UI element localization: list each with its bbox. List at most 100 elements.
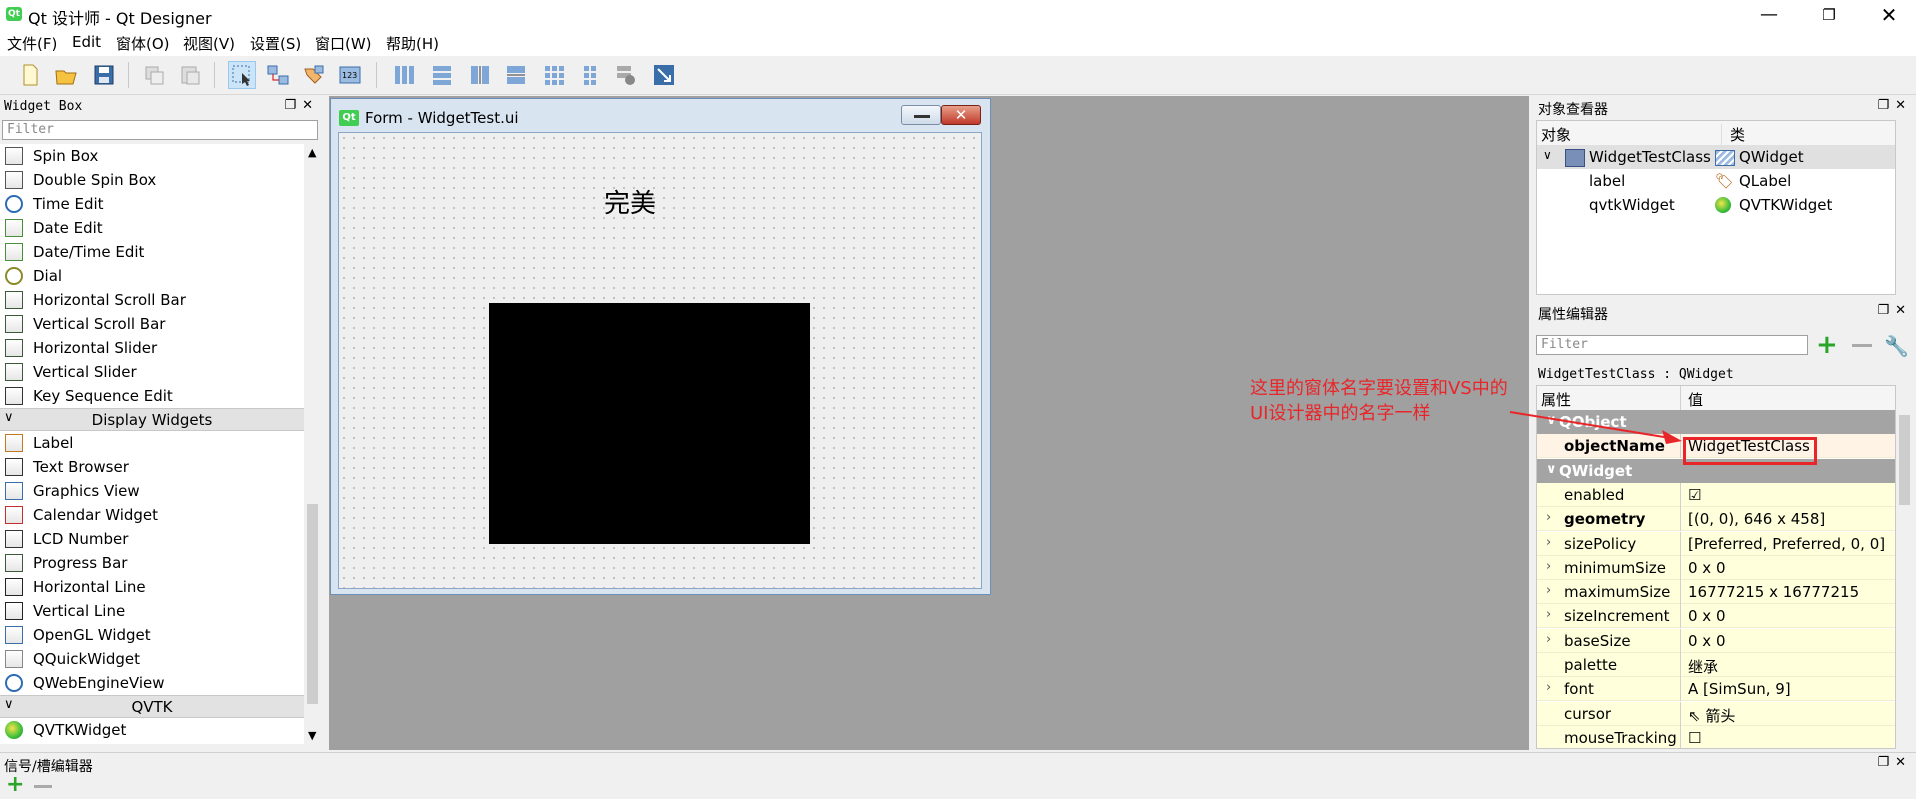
- widget-list-item[interactable]: Calendar Widget: [0, 503, 304, 527]
- tree-row[interactable]: ∨ WidgetTestClass QWidget: [1537, 145, 1895, 169]
- scrollbar-thumb[interactable]: [1899, 415, 1910, 505]
- widget-list-item[interactable]: Vertical Line: [0, 599, 304, 623]
- chevron-right-icon[interactable]: ›: [1546, 607, 1551, 622]
- widget-category-header[interactable]: ∨ Display Widgets: [0, 408, 304, 431]
- dock-float-close-icons[interactable]: ❐✕: [1877, 98, 1912, 113]
- widget-list-item[interactable]: Dial: [0, 264, 304, 288]
- layout-vertical-icon[interactable]: [428, 61, 456, 89]
- property-value[interactable]: 0 x 0: [1688, 632, 1726, 650]
- widget-list-item[interactable]: Vertical Slider: [0, 360, 304, 384]
- menu-view[interactable]: 视图(V): [183, 33, 235, 54]
- edit-signals-icon[interactable]: [264, 61, 292, 89]
- property-value[interactable]: 继承: [1688, 656, 1718, 677]
- property-value[interactable]: [(0, 0), 646 x 458]: [1688, 510, 1825, 528]
- remove-property-icon[interactable]: [1852, 344, 1872, 347]
- property-value[interactable]: A [SimSun, 9]: [1688, 680, 1791, 698]
- widget-list-item[interactable]: Horizontal Slider: [0, 336, 304, 360]
- widget-list-item[interactable]: Graphics View: [0, 479, 304, 503]
- form-close-icon[interactable]: ✕: [941, 105, 981, 125]
- menu-settings[interactable]: 设置(S): [250, 33, 301, 54]
- qvtk-widget[interactable]: [489, 303, 810, 544]
- property-row[interactable]: palette 继承: [1537, 653, 1895, 677]
- chevron-down-icon[interactable]: ∨: [1543, 148, 1552, 162]
- property-row[interactable]: cursor ⇖ 箭头: [1537, 701, 1895, 726]
- widget-box-filter[interactable]: Filter: [2, 120, 318, 140]
- widget-list-item[interactable]: QVTKWidget: [0, 718, 304, 742]
- dock-float-close-icons[interactable]: ❐✕: [284, 98, 319, 113]
- widget-list-item[interactable]: Time Edit: [0, 192, 304, 216]
- property-row[interactable]: › baseSize 0 x 0: [1537, 628, 1895, 653]
- dock-float-close-icons[interactable]: ❐✕: [1877, 755, 1912, 770]
- property-filter[interactable]: Filter: [1536, 335, 1808, 355]
- configure-icon[interactable]: 🔧: [1884, 334, 1909, 358]
- widget-list-item[interactable]: Vertical Scroll Bar: [0, 312, 304, 336]
- add-property-icon[interactable]: +: [1816, 332, 1838, 358]
- widget-list-item[interactable]: QWebEngineView: [0, 671, 304, 695]
- adjust-size-icon[interactable]: [650, 61, 678, 89]
- splitter-horizontal-icon[interactable]: [466, 61, 494, 89]
- property-row[interactable]: › minimumSize 0 x 0: [1537, 555, 1895, 580]
- splitter-vertical-icon[interactable]: [502, 61, 530, 89]
- chevron-right-icon[interactable]: ›: [1546, 632, 1551, 647]
- property-row[interactable]: › sizePolicy [Preferred, Preferred, 0, 0]: [1537, 531, 1895, 556]
- open-file-icon[interactable]: [52, 61, 80, 89]
- close-icon[interactable]: ✕: [1866, 0, 1912, 30]
- chevron-right-icon[interactable]: ›: [1546, 583, 1551, 598]
- save-icon[interactable]: [90, 61, 118, 89]
- form-minimize-icon[interactable]: [901, 105, 941, 125]
- edit-buddies-icon[interactable]: [300, 61, 328, 89]
- maximize-icon[interactable]: ❐: [1806, 0, 1852, 30]
- widget-list-item[interactable]: OpenGL Widget: [0, 623, 304, 647]
- minimize-icon[interactable]: —: [1746, 0, 1792, 30]
- widget-list-item[interactable]: Progress Bar: [0, 551, 304, 575]
- property-row[interactable]: enabled ☑: [1537, 482, 1895, 507]
- widget-list-item[interactable]: Horizontal Scroll Bar: [0, 288, 304, 312]
- menu-form[interactable]: 窗体(O): [116, 33, 170, 54]
- property-row[interactable]: › geometry [(0, 0), 646 x 458]: [1537, 507, 1895, 532]
- widget-box-scrollbar[interactable]: ▲ ▼: [304, 144, 321, 744]
- layout-form-icon[interactable]: [576, 61, 604, 89]
- widget-list-item[interactable]: Key Sequence Edit: [0, 384, 304, 408]
- break-layout-icon[interactable]: [612, 61, 640, 89]
- widget-list-item[interactable]: Label: [0, 431, 304, 455]
- property-row[interactable]: › maximumSize 16777215 x 16777215: [1537, 580, 1895, 605]
- new-file-icon[interactable]: [16, 61, 44, 89]
- copy-icon[interactable]: [140, 61, 168, 89]
- add-connection-icon[interactable]: +: [6, 774, 24, 796]
- layout-horizontal-icon[interactable]: [390, 61, 418, 89]
- chevron-down-icon[interactable]: ∨: [1546, 462, 1557, 477]
- paste-icon[interactable]: [176, 61, 204, 89]
- widget-list-item[interactable]: Date/Time Edit: [0, 240, 304, 264]
- property-value[interactable]: [Preferred, Preferred, 0, 0]: [1688, 535, 1885, 553]
- layout-grid-icon[interactable]: [540, 61, 568, 89]
- widget-list-item[interactable]: Spin Box: [0, 144, 304, 168]
- scroll-up-icon[interactable]: ▲: [308, 146, 316, 159]
- property-row[interactable]: › sizeIncrement 0 x 0: [1537, 604, 1895, 629]
- tree-row[interactable]: qvtkWidget QVTKWidget: [1537, 193, 1895, 217]
- chevron-right-icon[interactable]: ›: [1546, 559, 1551, 574]
- menu-window[interactable]: 窗口(W): [315, 33, 372, 54]
- form-canvas[interactable]: 完美: [338, 132, 982, 589]
- edit-widgets-icon[interactable]: [228, 61, 256, 89]
- property-value[interactable]: ⇖ 箭头: [1688, 705, 1735, 726]
- remove-connection-icon[interactable]: [34, 785, 52, 788]
- widget-list-item[interactable]: LCD Number: [0, 527, 304, 551]
- property-value[interactable]: ☑: [1688, 486, 1701, 504]
- edit-tab-order-icon[interactable]: 123: [336, 61, 364, 89]
- form-window[interactable]: Qt Form - WidgetTest.ui ✕ 完美: [330, 98, 991, 595]
- tree-row[interactable]: label 🏷 QLabel: [1537, 169, 1895, 193]
- property-value[interactable]: 0 x 0: [1688, 607, 1726, 625]
- property-value[interactable]: 0 x 0: [1688, 559, 1726, 577]
- widget-category-header[interactable]: ∨ QVTK: [0, 695, 304, 718]
- menu-file[interactable]: 文件(F): [7, 33, 57, 54]
- chevron-right-icon[interactable]: ›: [1546, 535, 1551, 550]
- property-value[interactable]: ☐: [1688, 729, 1701, 747]
- dock-float-close-icons[interactable]: ❐✕: [1877, 303, 1912, 318]
- property-scrollbar[interactable]: [1896, 385, 1913, 749]
- scrollbar-thumb[interactable]: [307, 504, 318, 704]
- menu-help[interactable]: 帮助(H): [386, 33, 439, 54]
- property-row[interactable]: › font A [SimSun, 9]: [1537, 677, 1895, 702]
- property-row[interactable]: mouseTracking ☐: [1537, 725, 1895, 748]
- property-value[interactable]: 16777215 x 16777215: [1688, 583, 1859, 601]
- scroll-down-icon[interactable]: ▼: [308, 729, 316, 742]
